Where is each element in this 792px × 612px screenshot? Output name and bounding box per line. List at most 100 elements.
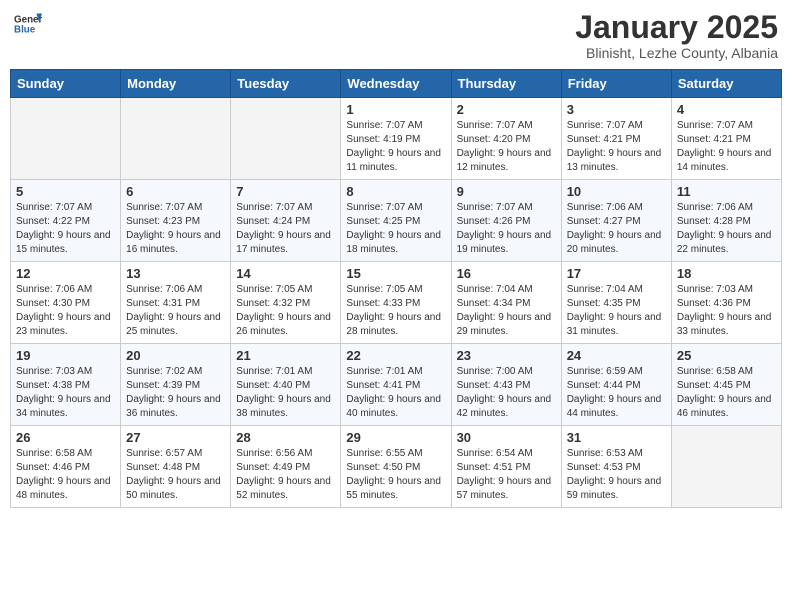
day-number: 23 [457, 348, 556, 363]
calendar-cell: 10 Sunrise: 7:06 AMSunset: 4:27 PMDayligh… [561, 180, 671, 262]
calendar-cell: 16Sunrise: 7:04 AMSunset: 4:34 PMDayligh… [451, 262, 561, 344]
day-number: 30 [457, 430, 556, 445]
calendar-cell: 9 Sunrise: 7:07 AMSunset: 4:26 PMDaylight… [451, 180, 561, 262]
day-number: 1 [346, 102, 445, 117]
calendar-cell: 17 Sunrise: 7:04 AMSunset: 4:35 PMDayligh… [561, 262, 671, 344]
day-info: Sunrise: 7:07 AMSunset: 4:19 PMDaylight:… [346, 119, 445, 175]
day-number: 28 [236, 430, 335, 445]
day-info: Sunrise: 7:07 AMSunset: 4:25 PMDaylight:… [346, 201, 445, 257]
day-number: 18 [677, 266, 776, 281]
calendar-cell: 27Sunrise: 6:57 AMSunset: 4:48 PMDayligh… [121, 426, 231, 508]
calendar-week-row: 26 Sunrise: 6:58 AMSunset: 4:46 PMDayligh… [11, 426, 782, 508]
day-number: 19 [16, 348, 115, 363]
day-number: 4 [677, 102, 776, 117]
logo: General Blue [14, 10, 42, 38]
calendar-header-row: SundayMondayTuesdayWednesdayThursdayFrid… [11, 70, 782, 98]
day-info: Sunrise: 6:54 AMSunset: 4:51 PMDaylight:… [457, 447, 556, 503]
calendar-cell [671, 426, 781, 508]
day-info: Sunrise: 7:05 AMSunset: 4:33 PMDaylight:… [346, 283, 445, 339]
calendar-cell: 8Sunrise: 7:07 AMSunset: 4:25 PMDaylight… [341, 180, 451, 262]
calendar-cell: 6 Sunrise: 7:07 AMSunset: 4:23 PMDaylight… [121, 180, 231, 262]
day-number: 13 [126, 266, 225, 281]
day-info: Sunrise: 7:07 AMSunset: 4:22 PMDaylight:… [16, 201, 115, 257]
day-number: 27 [126, 430, 225, 445]
day-number: 20 [126, 348, 225, 363]
day-info: Sunrise: 7:04 AMSunset: 4:34 PMDaylight:… [457, 283, 556, 339]
day-number: 12 [16, 266, 115, 281]
day-info: Sunrise: 6:58 AMSunset: 4:45 PMDaylight:… [677, 365, 776, 421]
svg-text:Blue: Blue [14, 24, 36, 35]
day-info: Sunrise: 7:05 AMSunset: 4:32 PMDaylight:… [236, 283, 335, 339]
weekday-header-sunday: Sunday [11, 70, 121, 98]
day-info: Sunrise: 7:06 AMSunset: 4:28 PMDaylight:… [677, 201, 776, 257]
day-info: Sunrise: 6:55 AMSunset: 4:50 PMDaylight:… [346, 447, 445, 503]
calendar-cell: 21 Sunrise: 7:01 AMSunset: 4:40 PMDayligh… [231, 344, 341, 426]
day-info: Sunrise: 7:03 AMSunset: 4:36 PMDaylight:… [677, 283, 776, 339]
calendar-cell: 7 Sunrise: 7:07 AMSunset: 4:24 PMDaylight… [231, 180, 341, 262]
day-number: 25 [677, 348, 776, 363]
day-info: Sunrise: 7:07 AMSunset: 4:21 PMDaylight:… [567, 119, 666, 175]
day-number: 9 [457, 184, 556, 199]
calendar-cell: 2Sunrise: 7:07 AMSunset: 4:20 PMDaylight… [451, 98, 561, 180]
month-title: January 2025 [575, 10, 778, 45]
calendar-cell: 12Sunrise: 7:06 AMSunset: 4:30 PMDayligh… [11, 262, 121, 344]
weekday-header-saturday: Saturday [671, 70, 781, 98]
weekday-header-wednesday: Wednesday [341, 70, 451, 98]
calendar-cell: 5 Sunrise: 7:07 AMSunset: 4:22 PMDaylight… [11, 180, 121, 262]
day-info: Sunrise: 7:07 AMSunset: 4:23 PMDaylight:… [126, 201, 225, 257]
weekday-header-thursday: Thursday [451, 70, 561, 98]
day-info: Sunrise: 7:01 AMSunset: 4:41 PMDaylight:… [346, 365, 445, 421]
day-info: Sunrise: 7:07 AMSunset: 4:20 PMDaylight:… [457, 119, 556, 175]
calendar-cell: 22 Sunrise: 7:01 AMSunset: 4:41 PMDayligh… [341, 344, 451, 426]
day-info: Sunrise: 7:06 AMSunset: 4:31 PMDaylight:… [126, 283, 225, 339]
day-number: 6 [126, 184, 225, 199]
day-number: 29 [346, 430, 445, 445]
calendar-cell: 11 Sunrise: 7:06 AMSunset: 4:28 PMDayligh… [671, 180, 781, 262]
page-header: General Blue January 2025 Blinisht, Lezh… [10, 10, 782, 61]
day-number: 17 [567, 266, 666, 281]
calendar-cell: 23 Sunrise: 7:00 AMSunset: 4:43 PMDayligh… [451, 344, 561, 426]
day-info: Sunrise: 7:07 AMSunset: 4:26 PMDaylight:… [457, 201, 556, 257]
calendar-cell: 15Sunrise: 7:05 AMSunset: 4:33 PMDayligh… [341, 262, 451, 344]
day-number: 14 [236, 266, 335, 281]
calendar-cell [121, 98, 231, 180]
calendar-week-row: 5 Sunrise: 7:07 AMSunset: 4:22 PMDaylight… [11, 180, 782, 262]
day-number: 7 [236, 184, 335, 199]
day-number: 5 [16, 184, 115, 199]
day-number: 11 [677, 184, 776, 199]
day-number: 10 [567, 184, 666, 199]
day-info: Sunrise: 6:58 AMSunset: 4:46 PMDaylight:… [16, 447, 115, 503]
calendar-cell: 30 Sunrise: 6:54 AMSunset: 4:51 PMDayligh… [451, 426, 561, 508]
day-number: 22 [346, 348, 445, 363]
location-subtitle: Blinisht, Lezhe County, Albania [575, 45, 778, 61]
day-info: Sunrise: 6:56 AMSunset: 4:49 PMDaylight:… [236, 447, 335, 503]
calendar-cell: 18 Sunrise: 7:03 AMSunset: 4:36 PMDayligh… [671, 262, 781, 344]
day-number: 21 [236, 348, 335, 363]
day-info: Sunrise: 6:59 AMSunset: 4:44 PMDaylight:… [567, 365, 666, 421]
day-info: Sunrise: 7:06 AMSunset: 4:27 PMDaylight:… [567, 201, 666, 257]
day-info: Sunrise: 6:53 AMSunset: 4:53 PMDaylight:… [567, 447, 666, 503]
day-number: 31 [567, 430, 666, 445]
calendar-cell: 25 Sunrise: 6:58 AMSunset: 4:45 PMDayligh… [671, 344, 781, 426]
day-info: Sunrise: 7:01 AMSunset: 4:40 PMDaylight:… [236, 365, 335, 421]
day-number: 24 [567, 348, 666, 363]
day-info: Sunrise: 7:07 AMSunset: 4:21 PMDaylight:… [677, 119, 776, 175]
day-info: Sunrise: 7:00 AMSunset: 4:43 PMDaylight:… [457, 365, 556, 421]
calendar-cell: 28 Sunrise: 6:56 AMSunset: 4:49 PMDayligh… [231, 426, 341, 508]
title-section: January 2025 Blinisht, Lezhe County, Alb… [575, 10, 778, 61]
calendar-cell: 26 Sunrise: 6:58 AMSunset: 4:46 PMDayligh… [11, 426, 121, 508]
day-info: Sunrise: 7:07 AMSunset: 4:24 PMDaylight:… [236, 201, 335, 257]
calendar-cell: 1 Sunrise: 7:07 AMSunset: 4:19 PMDaylight… [341, 98, 451, 180]
day-info: Sunrise: 7:02 AMSunset: 4:39 PMDaylight:… [126, 365, 225, 421]
calendar-cell: 20 Sunrise: 7:02 AMSunset: 4:39 PMDayligh… [121, 344, 231, 426]
calendar-cell: 4 Sunrise: 7:07 AMSunset: 4:21 PMDaylight… [671, 98, 781, 180]
day-number: 3 [567, 102, 666, 117]
day-info: Sunrise: 7:03 AMSunset: 4:38 PMDaylight:… [16, 365, 115, 421]
day-number: 26 [16, 430, 115, 445]
calendar-cell: 29 Sunrise: 6:55 AMSunset: 4:50 PMDayligh… [341, 426, 451, 508]
calendar-week-row: 19 Sunrise: 7:03 AMSunset: 4:38 PMDayligh… [11, 344, 782, 426]
calendar-cell: 19 Sunrise: 7:03 AMSunset: 4:38 PMDayligh… [11, 344, 121, 426]
day-info: Sunrise: 7:04 AMSunset: 4:35 PMDaylight:… [567, 283, 666, 339]
weekday-header-friday: Friday [561, 70, 671, 98]
calendar-cell: 24 Sunrise: 6:59 AMSunset: 4:44 PMDayligh… [561, 344, 671, 426]
